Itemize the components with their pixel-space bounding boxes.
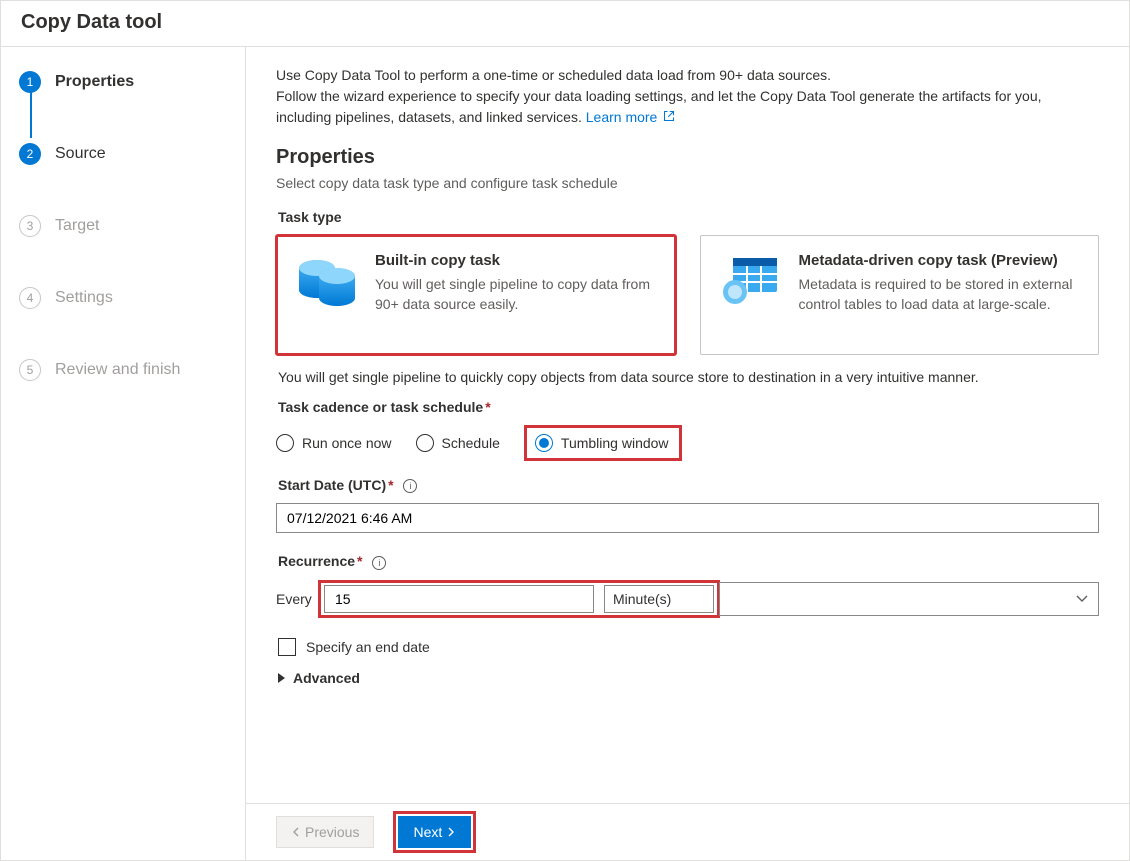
previous-button: Previous: [276, 816, 374, 848]
radio-tumbling-window[interactable]: Tumbling window: [535, 434, 669, 452]
every-label: Every: [276, 591, 318, 607]
card-desc: Metadata is required to be stored in ext…: [799, 275, 1081, 314]
radio-label: Tumbling window: [561, 435, 669, 451]
card-builtin-copy-task[interactable]: Built-in copy task You will get single p…: [276, 235, 676, 355]
task-type-label: Task type: [278, 209, 1099, 225]
table-lens-icon: [719, 252, 781, 310]
step-connector: [30, 90, 32, 138]
content-area: Use Copy Data Tool to perform a one-time…: [246, 47, 1129, 803]
next-label: Next: [413, 824, 442, 840]
recurrence-unit-display[interactable]: Minute(s): [604, 585, 714, 613]
start-date-input[interactable]: [276, 503, 1099, 533]
step-review[interactable]: 5 Review and finish: [19, 353, 235, 387]
chevron-right-icon: [446, 827, 456, 837]
previous-label: Previous: [305, 824, 359, 840]
triangle-right-icon: [278, 673, 285, 683]
radio-label: Schedule: [442, 435, 500, 451]
end-date-checkbox-label: Specify an end date: [306, 639, 430, 655]
external-link-icon: [663, 110, 675, 122]
wizard-footer: Previous Next: [246, 803, 1129, 860]
step-label: Settings: [55, 289, 113, 307]
recurrence-unit-select[interactable]: [719, 582, 1099, 616]
properties-heading: Properties: [276, 146, 1099, 169]
task-type-note: You will get single pipeline to quickly …: [278, 369, 1099, 385]
end-date-checkbox-row[interactable]: Specify an end date: [278, 638, 1099, 656]
intro-line1: Use Copy Data Tool to perform a one-time…: [276, 67, 831, 83]
step-label: Target: [55, 217, 99, 235]
next-button[interactable]: Next: [398, 816, 471, 848]
card-metadata-driven-task[interactable]: Metadata-driven copy task (Preview) Meta…: [700, 235, 1100, 355]
cadence-label: Task cadence or task schedule*: [278, 399, 1099, 415]
step-properties[interactable]: 1 Properties: [19, 65, 235, 99]
card-title: Built-in copy task: [375, 252, 657, 269]
cadence-label-text: Task cadence or task schedule: [278, 399, 483, 415]
step-label: Review and finish: [55, 361, 180, 379]
copy-data-tool-window: Copy Data tool 1 Properties 2 Source 3 T…: [0, 0, 1130, 861]
start-date-label-text: Start Date (UTC): [278, 477, 386, 493]
card-title: Metadata-driven copy task (Preview): [799, 252, 1081, 269]
step-settings[interactable]: 4 Settings: [19, 281, 235, 315]
highlight-box: Tumbling window: [524, 425, 682, 461]
info-icon[interactable]: i: [372, 556, 386, 570]
required-asterisk: *: [388, 477, 393, 493]
step-number-icon: 3: [19, 215, 41, 237]
recurrence-label: Recurrence* i: [278, 553, 1099, 569]
recurrence-value-input[interactable]: [324, 585, 594, 613]
card-desc: You will get single pipeline to copy dat…: [375, 275, 657, 314]
body: 1 Properties 2 Source 3 Target 4 Setting…: [1, 47, 1129, 860]
required-asterisk: *: [357, 553, 362, 569]
advanced-label: Advanced: [293, 670, 360, 686]
intro-text: Use Copy Data Tool to perform a one-time…: [276, 65, 1099, 128]
card-text: Metadata-driven copy task (Preview) Meta…: [799, 252, 1081, 314]
radio-icon: [416, 434, 434, 452]
radio-icon-selected: [535, 434, 553, 452]
window-title: Copy Data tool: [1, 1, 1129, 47]
step-source[interactable]: 2 Source: [19, 137, 235, 171]
database-icon: [295, 252, 357, 310]
chevron-left-icon: [291, 827, 301, 837]
recurrence-label-text: Recurrence: [278, 553, 355, 569]
start-date-label: Start Date (UTC)* i: [278, 477, 1099, 493]
card-text: Built-in copy task You will get single p…: [375, 252, 657, 314]
step-label: Source: [55, 145, 106, 163]
task-type-cards: Built-in copy task You will get single p…: [276, 235, 1099, 355]
highlight-box: Minute(s): [318, 580, 720, 618]
main-panel: Use Copy Data Tool to perform a one-time…: [246, 47, 1129, 860]
radio-run-once[interactable]: Run once now: [276, 434, 392, 452]
advanced-expander[interactable]: Advanced: [278, 670, 1099, 686]
checkbox-icon: [278, 638, 296, 656]
radio-label: Run once now: [302, 435, 392, 451]
info-icon[interactable]: i: [403, 479, 417, 493]
step-number-icon: 4: [19, 287, 41, 309]
radio-icon: [276, 434, 294, 452]
recurrence-row: Every Minute(s): [276, 580, 1099, 618]
step-number-icon: 2: [19, 143, 41, 165]
wizard-sidebar: 1 Properties 2 Source 3 Target 4 Setting…: [1, 47, 246, 860]
cadence-radio-group: Run once now Schedule Tumbling window: [276, 425, 1099, 461]
required-asterisk: *: [485, 399, 490, 415]
radio-schedule[interactable]: Schedule: [416, 434, 500, 452]
step-number-icon: 5: [19, 359, 41, 381]
step-label: Properties: [55, 73, 134, 91]
properties-subtext: Select copy data task type and configure…: [276, 175, 1099, 191]
step-target[interactable]: 3 Target: [19, 209, 235, 243]
chevron-down-icon: [1076, 593, 1088, 605]
learn-more-label: Learn more: [586, 109, 658, 125]
learn-more-link[interactable]: Learn more: [586, 109, 675, 125]
